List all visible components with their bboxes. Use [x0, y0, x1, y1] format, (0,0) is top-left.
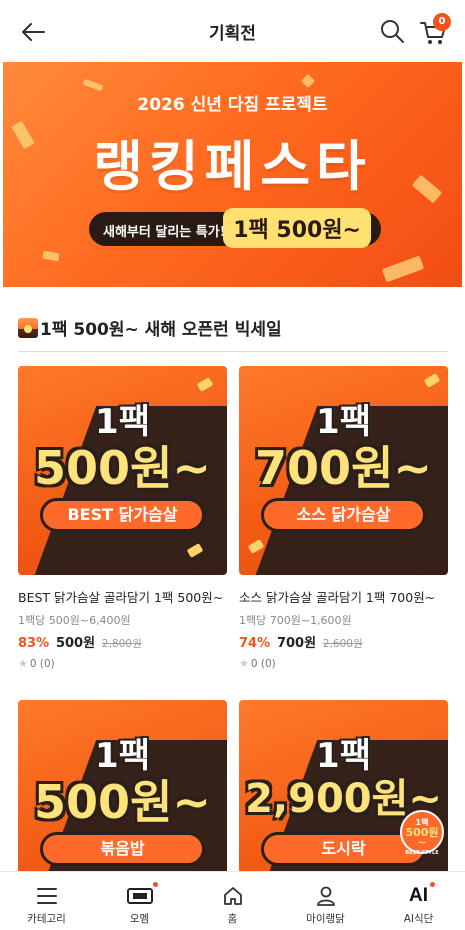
nav-item-category[interactable]: 카테고리: [0, 872, 93, 930]
coin-decoration: [196, 377, 214, 392]
nav-item-mypage[interactable]: 마이랭닭: [279, 872, 372, 930]
sale-price: 500원: [55, 636, 96, 651]
product-unit-price: 1팩당 500원~6,400원: [18, 614, 131, 627]
nav-label: 카테고리: [27, 913, 66, 925]
nav-item-home[interactable]: 홈: [186, 872, 279, 930]
membership-icon: [126, 888, 153, 904]
app-header: 기획전 0: [0, 0, 465, 62]
sale-price: 700원: [276, 636, 317, 651]
thumbnail-line2: 500원~: [34, 441, 211, 495]
nav-label: 마이랭닭: [306, 913, 345, 925]
hero-pill-text: 새해부터 달리는 특가!: [103, 225, 226, 240]
nav-label: 오멤: [129, 913, 150, 925]
thumbnail-line2: 700원~: [255, 441, 432, 495]
coin-decoration: [247, 539, 265, 554]
product-unit-price: 1팩당 700원~1,600원: [239, 614, 352, 627]
product-name[interactable]: BEST 닭가슴살 골라담기 1팩 500원~: [18, 587, 227, 606]
thumbnail-line2: 500원~: [34, 775, 211, 829]
product-thumbnail[interactable]: 1팩 700원~ 소스 닭가슴살: [239, 366, 448, 575]
user-icon: [316, 886, 335, 906]
rating-text: 0 (0): [29, 657, 55, 670]
product-card[interactable]: 1팩 500원~ BEST 닭가슴살 BEST 닭가슴살 골라담기 1팩 500…: [18, 366, 227, 670]
hero-subtitle: 2026 신년 다짐 프로젝트: [137, 95, 328, 115]
price-row: 74% 700원 2,600원: [239, 632, 448, 651]
hero-promo-pill: 새해부터 달리는 특가! 1팩 500원~: [89, 208, 381, 248]
thumbnail-pill: BEST 닭가슴살: [40, 498, 205, 532]
nav-label: AI식단: [403, 913, 434, 925]
discount-rate: 74%: [239, 636, 271, 651]
notification-dot: [430, 882, 435, 887]
confetti-decoration: [381, 255, 425, 283]
hero-title: 랭킹페스타: [93, 135, 372, 198]
confetti-decoration: [42, 250, 60, 262]
nav-item-ai-diet[interactable]: AI AI식단: [372, 872, 465, 930]
original-price: 2,800원: [101, 638, 142, 650]
stamp-bottom: BEST STYLE: [405, 850, 439, 856]
hero-pill-price: 1팩 500원~: [223, 208, 371, 248]
star-icon: ★: [18, 657, 28, 670]
coin-decoration: [423, 373, 441, 388]
section-title: 1팩 500원~ 새해 오픈런 빅세일: [18, 315, 282, 340]
ai-icon: AI: [409, 885, 428, 906]
home-icon: [223, 887, 242, 905]
product-card[interactable]: 1팩 700원~ 소스 닭가슴살 소스 닭가슴살 골라담기 1팩 700원~ 1…: [239, 366, 448, 670]
nav-item-membership[interactable]: 오멤: [93, 872, 186, 930]
star-icon: ★: [239, 657, 249, 670]
cart-count-badge: 0: [433, 13, 451, 31]
stamp-price: 500원~: [405, 826, 439, 849]
menu-icon: [36, 888, 57, 904]
product-rating: ★ 0 (0): [239, 657, 448, 670]
discount-rate: 83%: [18, 636, 50, 651]
confetti-decoration: [300, 73, 316, 89]
nav-label: 홈: [227, 913, 238, 925]
price-row: 83% 500원 2,800원: [18, 632, 227, 651]
thumbnail-pill: 소스 닭가슴살: [261, 498, 426, 532]
notification-dot: [153, 882, 158, 887]
bottom-nav: 카테고리 오멤 홈 마이랭닭 AI AI식단: [0, 871, 465, 930]
thumbnail-pill: 볶음밥: [40, 832, 205, 866]
original-price: 2,600원: [322, 638, 363, 650]
divider: [18, 351, 448, 352]
hero-banner[interactable]: 2026 신년 다짐 프로젝트 랭킹페스타 새해부터 달리는 특가! 1팩 50…: [3, 62, 462, 287]
product-rating: ★ 0 (0): [18, 657, 227, 670]
product-name[interactable]: 소스 닭가슴살 골라담기 1팩 700원~: [239, 587, 448, 606]
product-thumbnail[interactable]: 1팩 500원~ BEST 닭가슴살: [18, 366, 227, 575]
promo-stamp: 1팩 500원~ BEST STYLE: [400, 810, 444, 856]
search-icon[interactable]: [378, 17, 406, 45]
sunrise-icon: [18, 317, 38, 338]
section-title-text: 1팩 500원~ 새해 오픈런 빅세일: [40, 320, 282, 340]
rating-text: 0 (0): [250, 657, 276, 670]
